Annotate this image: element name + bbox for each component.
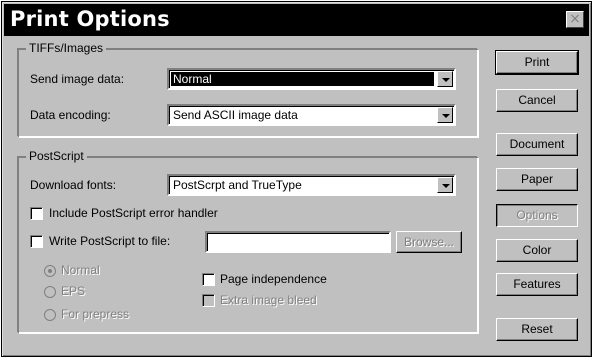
radio-for-prepress-label[interactable]: For prepress — [61, 307, 129, 321]
radio-eps[interactable] — [44, 286, 56, 298]
dialog-title: Print Options — [10, 7, 170, 31]
document-button[interactable]: Document — [496, 133, 578, 156]
print-options-dialog: Print Options × TIFFs/Images Send image … — [1, 1, 592, 357]
close-icon[interactable]: × — [566, 11, 584, 28]
postscript-legend: PostScript — [26, 149, 87, 163]
download-fonts-value: PostScrpt and TrueType — [173, 178, 302, 192]
data-encoding-value: Send ASCII image data — [173, 108, 298, 122]
include-error-handler-checkbox[interactable] — [30, 207, 43, 220]
write-to-file-checkbox[interactable] — [30, 235, 43, 248]
options-button[interactable]: Options — [496, 204, 578, 227]
page-independence-label[interactable]: Page independence — [220, 272, 327, 286]
postscript-file-input[interactable] — [205, 231, 391, 253]
send-image-data-label: Send image data: — [30, 72, 125, 86]
extra-image-bleed-checkbox[interactable] — [202, 294, 215, 307]
paper-button[interactable]: Paper — [496, 168, 578, 191]
data-encoding-label: Data encoding: — [30, 108, 111, 122]
radio-eps-label[interactable]: EPS — [61, 284, 85, 298]
radio-normal-label[interactable]: Normal — [61, 263, 100, 277]
send-image-data-value: Normal — [173, 72, 212, 86]
tiffs-images-legend: TIFFs/Images — [26, 41, 107, 55]
chevron-down-icon[interactable] — [437, 107, 453, 123]
download-fonts-select[interactable]: PostScrpt and TrueType — [167, 174, 456, 196]
page-independence-checkbox[interactable] — [202, 273, 215, 286]
write-to-file-label[interactable]: Write PostScript to file: — [49, 234, 170, 248]
radio-for-prepress[interactable] — [44, 309, 56, 321]
send-image-data-select[interactable]: Normal — [167, 68, 456, 90]
include-error-handler-label[interactable]: Include PostScript error handler — [49, 206, 218, 220]
cancel-button[interactable]: Cancel — [496, 89, 578, 112]
chevron-down-icon[interactable] — [437, 177, 453, 193]
title-bar[interactable]: Print Options × — [4, 4, 589, 36]
color-button[interactable]: Color — [496, 239, 578, 262]
features-button[interactable]: Features — [496, 273, 578, 296]
download-fonts-label: Download fonts: — [30, 178, 117, 192]
print-button[interactable]: Print — [495, 50, 579, 75]
reset-button[interactable]: Reset — [496, 318, 578, 341]
data-encoding-select[interactable]: Send ASCII image data — [167, 104, 456, 126]
chevron-down-icon[interactable] — [437, 71, 453, 87]
radio-normal[interactable] — [44, 265, 56, 277]
extra-image-bleed-label[interactable]: Extra image bleed — [220, 293, 317, 307]
browse-button[interactable]: Browse... — [396, 231, 462, 253]
